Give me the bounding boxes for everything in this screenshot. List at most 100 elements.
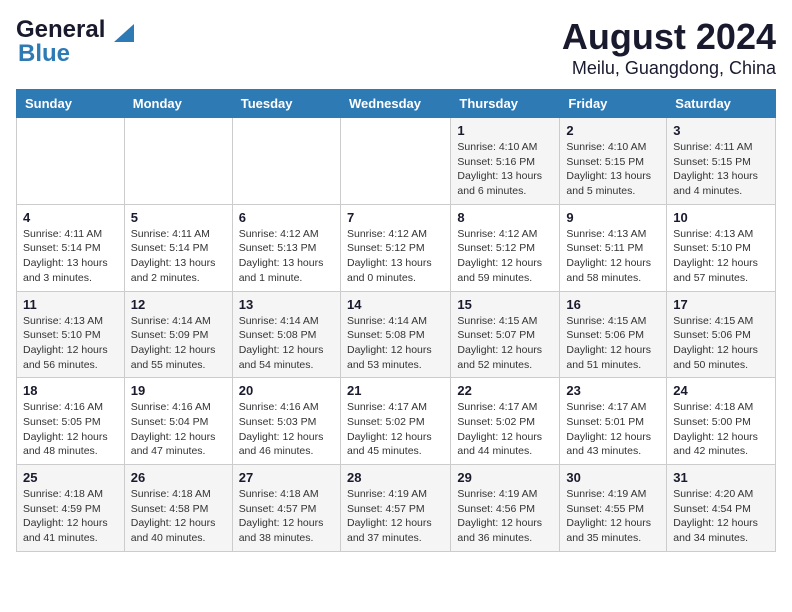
calendar-cell: 29 Sunrise: 4:19 AM Sunset: 4:56 PM Dayli… (451, 465, 560, 552)
day-info: Sunrise: 4:12 AM Sunset: 5:12 PM Dayligh… (457, 227, 553, 286)
logo-blue: Blue (18, 40, 70, 67)
day-number: 17 (673, 297, 769, 312)
header-tuesday: Tuesday (232, 90, 340, 118)
day-number: 4 (23, 210, 118, 225)
day-number: 28 (347, 470, 444, 485)
day-info: Sunrise: 4:13 AM Sunset: 5:10 PM Dayligh… (673, 227, 769, 286)
day-number: 13 (239, 297, 334, 312)
day-info: Sunrise: 4:13 AM Sunset: 5:10 PM Dayligh… (23, 314, 118, 373)
calendar-cell: 31 Sunrise: 4:20 AM Sunset: 4:54 PM Dayli… (667, 465, 776, 552)
calendar-cell: 16 Sunrise: 4:15 AM Sunset: 5:06 PM Dayli… (560, 291, 667, 378)
day-info: Sunrise: 4:16 AM Sunset: 5:05 PM Dayligh… (23, 400, 118, 459)
day-number: 22 (457, 383, 553, 398)
logo-arrow-icon (112, 22, 134, 44)
header-saturday: Saturday (667, 90, 776, 118)
day-info: Sunrise: 4:16 AM Sunset: 5:03 PM Dayligh… (239, 400, 334, 459)
day-number: 21 (347, 383, 444, 398)
logo-general: General (16, 16, 105, 43)
day-info: Sunrise: 4:15 AM Sunset: 5:06 PM Dayligh… (673, 314, 769, 373)
calendar-table: Sunday Monday Tuesday Wednesday Thursday… (16, 89, 776, 552)
calendar-cell: 6 Sunrise: 4:12 AM Sunset: 5:13 PM Daylig… (232, 204, 340, 291)
day-number: 12 (131, 297, 226, 312)
day-number: 6 (239, 210, 334, 225)
calendar-cell: 2Sunrise: 4:10 AM Sunset: 5:15 PM Daylig… (560, 118, 667, 205)
day-number: 27 (239, 470, 334, 485)
calendar-week-row: 1 Sunrise: 4:10 AM Sunset: 5:16 PM Daylig… (17, 118, 776, 205)
day-info: Sunrise: 4:17 AM Sunset: 5:02 PM Dayligh… (457, 400, 553, 459)
day-info: Sunrise: 4:11 AM Sunset: 5:15 PM Dayligh… (673, 140, 769, 199)
day-info: Sunrise: 4:11 AM Sunset: 5:14 PM Dayligh… (131, 227, 226, 286)
day-number: 20 (239, 383, 334, 398)
day-info: Sunrise: 4:14 AM Sunset: 5:08 PM Dayligh… (347, 314, 444, 373)
calendar-week-row: 25Sunrise: 4:18 AM Sunset: 4:59 PM Dayli… (17, 465, 776, 552)
day-number: 24 (673, 383, 769, 398)
calendar-cell: 27 Sunrise: 4:18 AM Sunset: 4:57 PM Dayli… (232, 465, 340, 552)
day-info: Sunrise: 4:17 AM Sunset: 5:02 PM Dayligh… (347, 400, 444, 459)
day-info: Sunrise: 4:14 AM Sunset: 5:09 PM Dayligh… (131, 314, 226, 373)
day-info: Sunrise: 4:19 AM Sunset: 4:57 PM Dayligh… (347, 487, 444, 546)
day-info: Sunrise: 4:20 AM Sunset: 4:54 PM Dayligh… (673, 487, 769, 546)
day-number: 7 (347, 210, 444, 225)
day-info: Sunrise: 4:10 AM Sunset: 5:16 PM Dayligh… (457, 140, 553, 199)
day-info: Sunrise: 4:19 AM Sunset: 4:56 PM Dayligh… (457, 487, 553, 546)
day-info: Sunrise: 4:18 AM Sunset: 4:57 PM Dayligh… (239, 487, 334, 546)
page-subtitle: Meilu, Guangdong, China (562, 58, 776, 79)
calendar-cell: 4 Sunrise: 4:11 AM Sunset: 5:14 PM Daylig… (17, 204, 125, 291)
day-info: Sunrise: 4:18 AM Sunset: 4:58 PM Dayligh… (131, 487, 226, 546)
header-sunday: Sunday (17, 90, 125, 118)
calendar-cell: 8Sunrise: 4:12 AM Sunset: 5:12 PM Daylig… (451, 204, 560, 291)
calendar-cell (232, 118, 340, 205)
calendar-cell: 7 Sunrise: 4:12 AM Sunset: 5:12 PM Daylig… (340, 204, 450, 291)
calendar-cell: 14 Sunrise: 4:14 AM Sunset: 5:08 PM Dayli… (340, 291, 450, 378)
day-number: 15 (457, 297, 553, 312)
calendar-cell: 26 Sunrise: 4:18 AM Sunset: 4:58 PM Dayli… (124, 465, 232, 552)
calendar-cell: 10 Sunrise: 4:13 AM Sunset: 5:10 PM Dayli… (667, 204, 776, 291)
calendar-cell: 11 Sunrise: 4:13 AM Sunset: 5:10 PM Dayli… (17, 291, 125, 378)
day-number: 14 (347, 297, 444, 312)
day-number: 31 (673, 470, 769, 485)
day-number: 23 (566, 383, 660, 398)
day-info: Sunrise: 4:11 AM Sunset: 5:14 PM Dayligh… (23, 227, 118, 286)
day-number: 18 (23, 383, 118, 398)
calendar-cell (340, 118, 450, 205)
calendar-cell (17, 118, 125, 205)
calendar-cell: 22 Sunrise: 4:17 AM Sunset: 5:02 PM Dayli… (451, 378, 560, 465)
calendar-cell: 24Sunrise: 4:18 AM Sunset: 5:00 PM Dayli… (667, 378, 776, 465)
calendar-cell: 19Sunrise: 4:16 AM Sunset: 5:04 PM Dayli… (124, 378, 232, 465)
day-info: Sunrise: 4:13 AM Sunset: 5:11 PM Dayligh… (566, 227, 660, 286)
day-info: Sunrise: 4:16 AM Sunset: 5:04 PM Dayligh… (131, 400, 226, 459)
calendar-cell: 23Sunrise: 4:17 AM Sunset: 5:01 PM Dayli… (560, 378, 667, 465)
day-number: 3 (673, 123, 769, 138)
calendar-cell (124, 118, 232, 205)
day-info: Sunrise: 4:15 AM Sunset: 5:06 PM Dayligh… (566, 314, 660, 373)
day-number: 2 (566, 123, 660, 138)
calendar-cell: 5 Sunrise: 4:11 AM Sunset: 5:14 PM Daylig… (124, 204, 232, 291)
header-wednesday: Wednesday (340, 90, 450, 118)
logo: General Blue (16, 16, 134, 68)
header: General Blue August 2024 Meilu, Guangdon… (16, 16, 776, 79)
day-number: 11 (23, 297, 118, 312)
calendar-cell: 13 Sunrise: 4:14 AM Sunset: 5:08 PM Dayli… (232, 291, 340, 378)
calendar-week-row: 4 Sunrise: 4:11 AM Sunset: 5:14 PM Daylig… (17, 204, 776, 291)
day-number: 5 (131, 210, 226, 225)
day-info: Sunrise: 4:15 AM Sunset: 5:07 PM Dayligh… (457, 314, 553, 373)
day-info: Sunrise: 4:14 AM Sunset: 5:08 PM Dayligh… (239, 314, 334, 373)
day-number: 30 (566, 470, 660, 485)
calendar-cell: 25Sunrise: 4:18 AM Sunset: 4:59 PM Dayli… (17, 465, 125, 552)
calendar-cell: 3 Sunrise: 4:11 AM Sunset: 5:15 PM Daylig… (667, 118, 776, 205)
page-title: August 2024 (562, 16, 776, 58)
calendar-week-row: 18 Sunrise: 4:16 AM Sunset: 5:05 PM Dayli… (17, 378, 776, 465)
day-number: 10 (673, 210, 769, 225)
day-info: Sunrise: 4:19 AM Sunset: 4:55 PM Dayligh… (566, 487, 660, 546)
header-monday: Monday (124, 90, 232, 118)
day-number: 16 (566, 297, 660, 312)
calendar-cell: 1 Sunrise: 4:10 AM Sunset: 5:16 PM Daylig… (451, 118, 560, 205)
calendar-cell: 15 Sunrise: 4:15 AM Sunset: 5:07 PM Dayli… (451, 291, 560, 378)
header-friday: Friday (560, 90, 667, 118)
day-info: Sunrise: 4:12 AM Sunset: 5:13 PM Dayligh… (239, 227, 334, 286)
day-info: Sunrise: 4:12 AM Sunset: 5:12 PM Dayligh… (347, 227, 444, 286)
calendar-cell: 21 Sunrise: 4:17 AM Sunset: 5:02 PM Dayli… (340, 378, 450, 465)
day-number: 26 (131, 470, 226, 485)
day-number: 1 (457, 123, 553, 138)
day-number: 29 (457, 470, 553, 485)
